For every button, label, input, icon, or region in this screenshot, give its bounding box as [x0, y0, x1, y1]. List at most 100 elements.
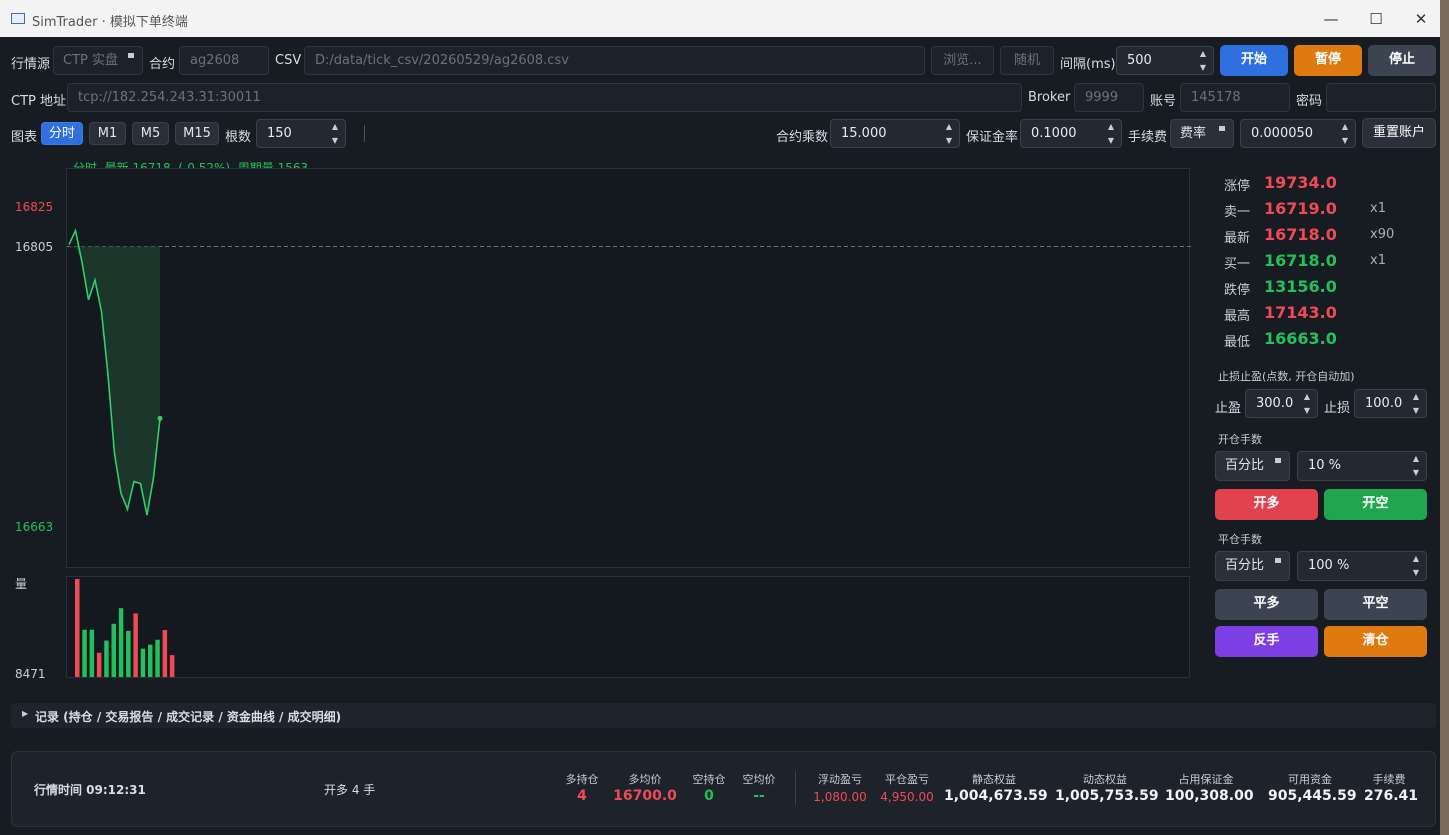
spin-down-icon[interactable]: ▼	[1101, 134, 1121, 148]
interval-value: 500	[1127, 53, 1152, 68]
take-profit-spinbox[interactable]: 300.0 ▲ ▼	[1245, 389, 1318, 418]
spin-up-icon[interactable]: ▲	[1335, 120, 1355, 134]
price-chart[interactable]	[66, 168, 1191, 568]
available-label: 可用资金	[1288, 773, 1332, 786]
start-button[interactable]: 开始	[1220, 45, 1288, 76]
volume-bar	[75, 579, 80, 677]
open-short-button[interactable]: 开空	[1324, 489, 1427, 520]
float-pl-value: 1,080.00	[813, 790, 867, 804]
random-button[interactable]: 随机	[1000, 46, 1054, 75]
close-mode-value: 百分比	[1225, 558, 1265, 573]
spin-up-icon[interactable]: ▲	[1101, 120, 1121, 134]
spin-up-icon[interactable]: ▲	[1193, 47, 1213, 61]
interval-spinbox[interactable]: 500 ▲ ▼	[1116, 46, 1214, 75]
quote-label: 跌停	[1224, 283, 1251, 298]
contract-input[interactable]: ag2608	[179, 46, 269, 75]
tab-timeshare[interactable]: 分时	[41, 122, 83, 145]
records-toggle[interactable]: ▶ 记录 (持仓 / 交易报告 / 成交记录 / 资金曲线 / 成交明细)	[11, 703, 1436, 728]
volume-bar	[162, 630, 168, 677]
volume-bar	[96, 652, 102, 677]
chevron-right-icon: ▶	[22, 709, 29, 718]
open-qty-spinbox[interactable]: 10 % ▲ ▼	[1297, 451, 1427, 481]
minimize-button[interactable]: —	[1308, 6, 1354, 32]
long-pos-label: 多持仓	[565, 773, 599, 786]
market-time: 行情时间 09:12:31	[34, 783, 146, 797]
static-equity-label: 静态权益	[972, 773, 1016, 786]
fee-value-spinbox[interactable]: 0.000050 ▲ ▼	[1240, 119, 1356, 148]
margin-rate-spinbox[interactable]: 0.1000 ▲ ▼	[1020, 119, 1122, 148]
volume-bar	[118, 608, 124, 677]
maximize-button[interactable]: ☐	[1353, 6, 1399, 32]
quote-value: 16719.0	[1264, 199, 1337, 218]
reset-account-button[interactable]: 重置账户	[1362, 118, 1436, 148]
flatten-button[interactable]: 清仓	[1324, 626, 1427, 657]
close-long-button[interactable]: 平多	[1215, 589, 1318, 620]
volume-bar	[111, 623, 116, 677]
spin-down-icon[interactable]: ▼	[1406, 566, 1426, 580]
tab-m5[interactable]: M5	[132, 122, 169, 145]
spin-down-icon[interactable]: ▼	[325, 134, 345, 148]
spin-up-icon[interactable]: ▲	[1406, 452, 1426, 466]
fee-mode-select[interactable]: 费率	[1170, 119, 1234, 148]
browse-button[interactable]: 浏览...	[931, 46, 994, 75]
available-value: 905,445.59	[1268, 788, 1357, 804]
spin-down-icon[interactable]: ▼	[939, 134, 959, 148]
pause-button[interactable]: 暂停	[1294, 45, 1362, 76]
csv-path-input[interactable]: D:/data/tick_csv/20260529/ag2608.csv	[304, 46, 925, 75]
multiplier-label: 合约乘数	[776, 130, 829, 145]
fee-total-label: 手续费	[1372, 773, 1406, 786]
volume-bar	[169, 655, 175, 677]
dynamic-equity-label: 动态权益	[1083, 773, 1127, 786]
tab-m1[interactable]: M1	[89, 122, 126, 145]
tab-m15[interactable]: M15	[175, 122, 219, 145]
quote-label: 涨停	[1224, 179, 1251, 194]
volume-bar	[82, 629, 87, 677]
broker-label: Broker	[1028, 90, 1071, 105]
source-select[interactable]: CTP 实盘	[53, 46, 143, 75]
open-mode-select[interactable]: 百分比	[1215, 451, 1290, 481]
spin-down-icon[interactable]: ▼	[1406, 466, 1426, 480]
password-input[interactable]	[1326, 83, 1436, 112]
volume-bar	[89, 629, 95, 677]
price-chart-svg	[67, 228, 1191, 516]
spin-up-icon[interactable]: ▲	[1297, 390, 1317, 404]
account-input[interactable]: 145178	[1180, 83, 1290, 112]
ctp-address-input[interactable]: tcp://182.254.243.31:30011	[67, 83, 1022, 112]
stop-loss-value: 100.0	[1365, 396, 1403, 411]
spin-down-icon[interactable]: ▼	[1297, 404, 1317, 418]
ctp-address-label: CTP 地址	[11, 94, 66, 109]
short-avg-value: --	[753, 788, 765, 804]
source-value: CTP 实盘	[63, 53, 118, 68]
close-qty-spinbox[interactable]: 100 % ▲ ▼	[1297, 551, 1427, 581]
open-long-button[interactable]: 开多	[1215, 489, 1318, 520]
bars-spinbox[interactable]: 150 ▲ ▼	[256, 119, 346, 148]
multiplier-spinbox[interactable]: 15.000 ▲ ▼	[830, 119, 960, 148]
stop-loss-spinbox[interactable]: 100.0 ▲ ▼	[1354, 389, 1427, 418]
chevron-down-icon	[1275, 458, 1281, 463]
close-button[interactable]: ✕	[1398, 6, 1440, 32]
open-qty-title: 开仓手数	[1218, 433, 1262, 446]
volume-max-label: 8471	[15, 667, 46, 681]
fee-total-value: 276.41	[1364, 788, 1419, 804]
spin-down-icon[interactable]: ▼	[1406, 404, 1426, 418]
spin-up-icon[interactable]: ▲	[325, 120, 345, 134]
app-icon	[11, 13, 25, 24]
quote-label: 最低	[1224, 335, 1251, 350]
quote-value: 13156.0	[1264, 277, 1337, 296]
stop-button[interactable]: 停止	[1368, 45, 1436, 76]
password-label: 密码	[1296, 94, 1323, 109]
quote-label: 卖一	[1224, 205, 1251, 220]
spin-down-icon[interactable]: ▼	[1335, 134, 1355, 148]
price-area-edge	[69, 246, 160, 248]
csv-label: CSV	[275, 53, 302, 68]
spin-up-icon[interactable]: ▲	[1406, 552, 1426, 566]
fee-value: 0.000050	[1251, 126, 1314, 141]
quote-value: 19734.0	[1264, 173, 1337, 192]
reverse-button[interactable]: 反手	[1215, 626, 1318, 657]
spin-down-icon[interactable]: ▼	[1193, 61, 1213, 75]
spin-up-icon[interactable]: ▲	[939, 120, 959, 134]
broker-input[interactable]: 9999	[1074, 83, 1144, 112]
close-mode-select[interactable]: 百分比	[1215, 551, 1290, 581]
spin-up-icon[interactable]: ▲	[1406, 390, 1426, 404]
close-short-button[interactable]: 平空	[1324, 589, 1427, 620]
